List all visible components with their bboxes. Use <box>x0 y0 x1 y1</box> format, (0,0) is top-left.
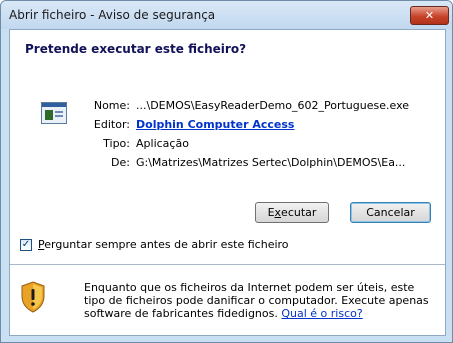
file-name-row: Nome: ...\DEMOS\EasyReaderDemo_602_Portu… <box>70 99 430 115</box>
publisher-link[interactable]: Dolphin Computer Access <box>136 118 294 131</box>
warning-area: Enquanto que os ficheiros da Internet po… <box>10 265 445 335</box>
always-ask-label-text: erguntar sempre antes de abrir este fich… <box>44 238 289 251</box>
warning-text: Enquanto que os ficheiros da Internet po… <box>84 281 438 320</box>
run-button[interactable]: Ex ecutar <box>255 202 329 223</box>
run-label-prefix: E <box>267 206 275 219</box>
type-label: Tipo: <box>103 137 130 150</box>
always-ask-checkbox[interactable]: ✓ <box>20 239 32 251</box>
publisher-row: Editor: Dolphin Computer Access <box>70 118 430 134</box>
dialog-heading: Pretende executar este ficheiro? <box>25 42 247 56</box>
file-name-label: Nome: <box>93 99 130 112</box>
close-icon: ✕ <box>424 9 435 22</box>
always-ask-label[interactable]: Perguntar sempre antes de abrir este fic… <box>38 238 289 251</box>
publisher-label: Editor: <box>93 118 130 131</box>
dialog-content: Pretende executar este ficheiro? Nome: .… <box>9 29 446 336</box>
window-title: Abrir ficheiro - Aviso de segurança <box>9 8 216 22</box>
risk-link[interactable]: Qual é o risco? <box>281 307 362 320</box>
cancel-label: Cancelar <box>366 206 415 219</box>
application-file-icon <box>41 102 67 124</box>
title-bar[interactable]: Abrir ficheiro - Aviso de segurança ✕ <box>1 1 452 29</box>
warning-message: Enquanto que os ficheiros da Internet po… <box>84 281 429 320</box>
file-name-value: ...\DEMOS\EasyReaderDemo_602_Portuguese.… <box>136 99 410 112</box>
security-shield-icon <box>21 281 45 313</box>
type-value: Aplicação <box>136 137 189 150</box>
run-label-suffix: ecutar <box>281 206 317 219</box>
from-row: De: G:\Matrizes\Matrizes Sertec\Dolphin\… <box>70 156 430 172</box>
from-label: De: <box>111 156 130 169</box>
type-row: Tipo: Aplicação <box>70 137 430 153</box>
cancel-button[interactable]: Cancelar <box>350 202 431 223</box>
security-warning-dialog: Abrir ficheiro - Aviso de segurança ✕ Pr… <box>0 0 453 343</box>
checkmark-icon: ✓ <box>21 239 31 250</box>
close-button[interactable]: ✕ <box>410 6 449 25</box>
from-value: G:\Matrizes\Matrizes Sertec\Dolphin\DEMO… <box>136 156 406 169</box>
